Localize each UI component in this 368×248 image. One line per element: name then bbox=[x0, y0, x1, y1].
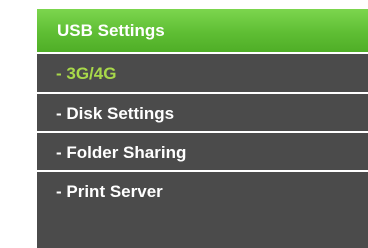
usb-settings-menu: USB Settings - 3G/4G - Disk Settings - F… bbox=[37, 9, 368, 248]
usb-settings-header[interactable]: USB Settings bbox=[37, 9, 368, 52]
menu-item-disk-settings[interactable]: - Disk Settings bbox=[37, 92, 368, 132]
menu-item-print-server[interactable]: - Print Server bbox=[37, 170, 368, 210]
menu-item-3g-4g[interactable]: - 3G/4G bbox=[37, 52, 368, 92]
menu-item-folder-sharing[interactable]: - Folder Sharing bbox=[37, 131, 368, 171]
